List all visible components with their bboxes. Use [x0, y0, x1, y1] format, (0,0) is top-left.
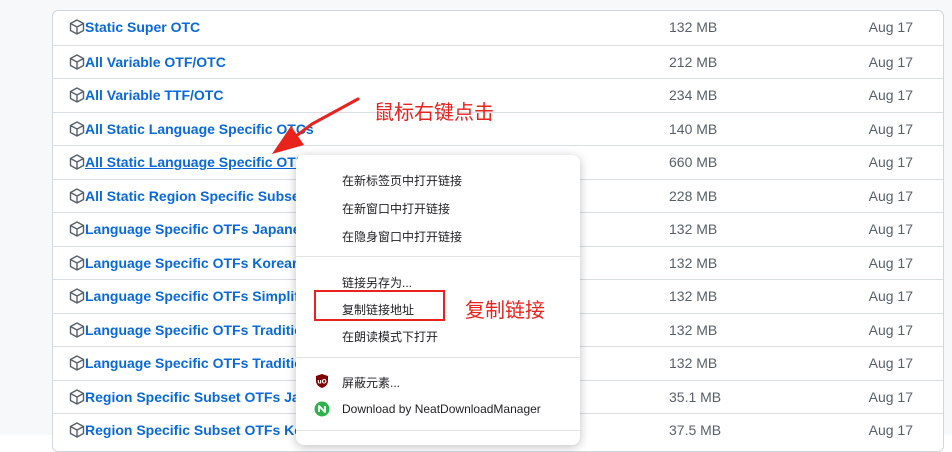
asset-size: 35.1 MB	[669, 389, 722, 405]
menu-separator	[296, 430, 580, 431]
package-icon	[69, 87, 85, 103]
asset-row: Static Super OTC 132 MB Aug 17	[53, 11, 943, 44]
package-icon	[69, 288, 85, 304]
neat-download-manager-icon	[314, 401, 330, 417]
asset-link[interactable]: Language Specific OTFs Traditional	[85, 355, 323, 371]
asset-date: Aug 17	[868, 322, 913, 338]
menu-label: 链接另存为...	[342, 276, 413, 290]
asset-date: Aug 17	[868, 19, 913, 35]
menu-download-ndm[interactable]: Download by NeatDownloadManager	[296, 395, 580, 423]
asset-size: 132 MB	[669, 355, 718, 371]
menu-separator	[296, 256, 580, 257]
asset-date: Aug 17	[868, 355, 913, 371]
asset-size: 132 MB	[669, 221, 718, 237]
asset-date: Aug 17	[868, 87, 913, 103]
asset-link-right-clicked[interactable]: All Static Language Specific OTFs	[85, 154, 312, 170]
annotation-copy-link: 复制链接	[465, 298, 545, 322]
package-icon	[69, 389, 85, 405]
package-icon	[69, 19, 85, 35]
asset-size: 37.5 MB	[669, 422, 722, 438]
asset-date: Aug 17	[868, 54, 913, 70]
package-icon	[69, 255, 85, 271]
ublock-origin-icon: uO	[316, 374, 328, 388]
annotation-highlight-box	[314, 290, 445, 321]
asset-date: Aug 17	[868, 221, 913, 237]
asset-date: Aug 17	[868, 255, 913, 271]
package-icon	[69, 221, 85, 237]
asset-row: All Static Language Specific OTCs 140 MB…	[53, 112, 943, 145]
asset-link[interactable]: All Variable OTF/OTC	[85, 54, 226, 70]
asset-size: 212 MB	[669, 54, 718, 70]
asset-link[interactable]: All Static Language Specific OTCs	[85, 121, 314, 137]
asset-link[interactable]: Language Specific OTFs Korean (	[85, 255, 309, 271]
menu-separator	[296, 357, 580, 358]
menu-open-new-tab[interactable]: 在新标签页中打开链接	[296, 165, 580, 193]
asset-date: Aug 17	[868, 121, 913, 137]
asset-size: 132 MB	[669, 19, 718, 35]
menu-open-reading-mode[interactable]: 在朗读模式下打开	[296, 321, 580, 349]
package-icon	[69, 355, 85, 371]
asset-size: 660 MB	[669, 154, 718, 170]
asset-date: Aug 17	[868, 389, 913, 405]
svg-text:uO: uO	[317, 379, 326, 386]
asset-row: All Variable TTF/OTC 234 MB Aug 17	[53, 78, 943, 111]
asset-date: Aug 17	[868, 422, 913, 438]
asset-size: 234 MB	[669, 87, 718, 103]
asset-link[interactable]: Language Specific OTFs Traditional	[85, 322, 323, 338]
asset-date: Aug 17	[868, 188, 913, 204]
asset-link[interactable]: Language Specific OTFs Japanese	[85, 221, 316, 237]
package-icon	[69, 322, 85, 338]
menu-open-new-window[interactable]: 在新窗口中打开链接	[296, 193, 580, 221]
menu-open-incognito[interactable]: 在隐身窗口中打开链接	[296, 221, 580, 249]
menu-label: 在新标签页中打开链接	[342, 174, 463, 188]
asset-size: 228 MB	[669, 188, 718, 204]
package-icon	[69, 188, 85, 204]
asset-size: 140 MB	[669, 121, 718, 137]
package-icon	[69, 121, 85, 137]
package-icon	[69, 154, 85, 170]
menu-label: 在新窗口中打开链接	[342, 202, 451, 216]
asset-size: 132 MB	[669, 255, 718, 271]
menu-label: Download by NeatDownloadManager	[342, 402, 541, 416]
package-icon	[69, 54, 85, 70]
asset-link[interactable]: All Variable TTF/OTC	[85, 87, 223, 103]
asset-link[interactable]: Language Specific OTFs Simplified	[85, 288, 319, 304]
annotation-right-click: 鼠标右键点击	[374, 100, 494, 124]
asset-date: Aug 17	[868, 288, 913, 304]
asset-size: 132 MB	[669, 322, 718, 338]
menu-label: 屏蔽元素...	[342, 376, 401, 390]
asset-size: 132 MB	[669, 288, 718, 304]
menu-label: 在朗读模式下打开	[342, 330, 439, 344]
asset-row: All Variable OTF/OTC 212 MB Aug 17	[53, 45, 943, 78]
asset-link[interactable]: Static Super OTC	[85, 19, 200, 35]
package-icon	[69, 422, 85, 438]
menu-block-element[interactable]: uO 屏蔽元素...	[296, 367, 580, 395]
menu-label: 在隐身窗口中打开链接	[342, 230, 463, 244]
asset-date: Aug 17	[868, 154, 913, 170]
